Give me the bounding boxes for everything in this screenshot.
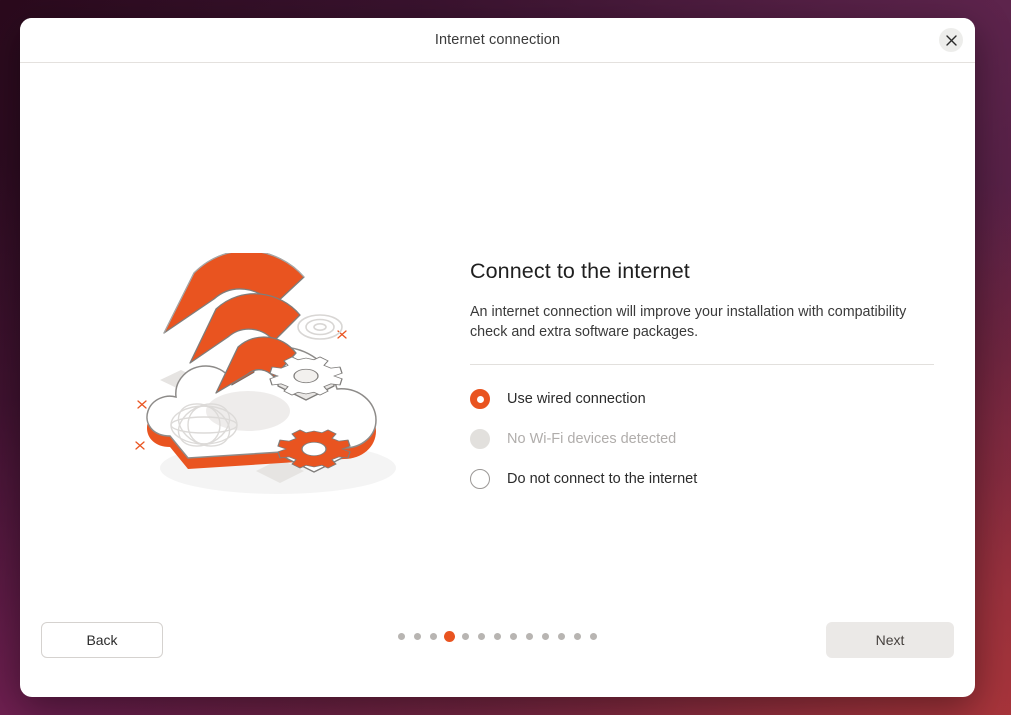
- pagination-dot-4: [442, 631, 458, 642]
- pagination-dot-11: [554, 633, 570, 640]
- pagination-dot-inactive: [542, 633, 549, 640]
- option-label-use-wired-connection: Use wired connection: [507, 391, 646, 407]
- pagination-dot-inactive: [478, 633, 485, 640]
- radio-use-wired-connection[interactable]: [470, 389, 490, 409]
- pagination-dot-inactive: [398, 633, 405, 640]
- pagination-dot-8: [506, 633, 522, 640]
- page-description: An internet connection will improve your…: [470, 304, 907, 340]
- dialog-footer: Back Next: [20, 601, 975, 697]
- pagination-dot-12: [570, 633, 586, 640]
- pagination-dot-active: [444, 631, 455, 642]
- pagination-dot-inactive: [558, 633, 565, 640]
- pagination-dot-7: [490, 633, 506, 640]
- pagination-dot-inactive: [414, 633, 421, 640]
- radio-no-wifi-devices: [470, 429, 490, 449]
- pagination-dot-9: [522, 633, 538, 640]
- pagination-dot-5: [458, 633, 474, 640]
- next-button[interactable]: Next: [826, 622, 954, 658]
- pagination-dot-inactive: [462, 633, 469, 640]
- pagination-dot-inactive: [590, 633, 597, 640]
- radar-circles-icon: [297, 314, 343, 340]
- option-use-wired-connection[interactable]: Use wired connection: [470, 379, 950, 419]
- pagination-dot-2: [410, 633, 426, 640]
- desktop-background: Internet connection Connect to the inter…: [0, 0, 1011, 715]
- pagination-dot-6: [474, 633, 490, 640]
- option-no-wifi-devices: No Wi-Fi devices detected: [470, 419, 950, 459]
- installer-dialog: Internet connection Connect to the inter…: [20, 18, 975, 697]
- window-title: Internet connection: [434, 32, 561, 48]
- radio-do-not-connect[interactable]: [470, 469, 490, 489]
- pagination-dot-13: [586, 633, 602, 640]
- pagination-dot-inactive: [526, 633, 533, 640]
- pagination-dot-10: [538, 633, 554, 640]
- dialog-header: Internet connection: [20, 18, 975, 63]
- option-do-not-connect[interactable]: Do not connect to the internet: [470, 459, 950, 499]
- pagination-dot-3: [426, 633, 442, 640]
- pagination-dot-inactive: [430, 633, 437, 640]
- close-button[interactable]: [939, 28, 963, 52]
- dialog-content: Connect to the internet An internet conn…: [20, 63, 975, 601]
- pagination-dot-inactive: [494, 633, 501, 640]
- content-panel: Connect to the internet An internet conn…: [450, 259, 950, 499]
- section-divider: [470, 364, 934, 365]
- close-icon: [945, 34, 957, 46]
- option-label-do-not-connect: Do not connect to the internet: [507, 471, 698, 487]
- pagination-dot-inactive: [510, 633, 517, 640]
- pagination-dot-1: [394, 633, 410, 640]
- wifi-cloud-illustration: [128, 250, 408, 513]
- page-title: Connect to the internet: [470, 259, 690, 283]
- pagination-dot-inactive: [574, 633, 581, 640]
- wifi-cloud-illustration-svg: [135, 250, 396, 494]
- option-label-no-wifi-devices: No Wi-Fi devices detected: [507, 431, 677, 447]
